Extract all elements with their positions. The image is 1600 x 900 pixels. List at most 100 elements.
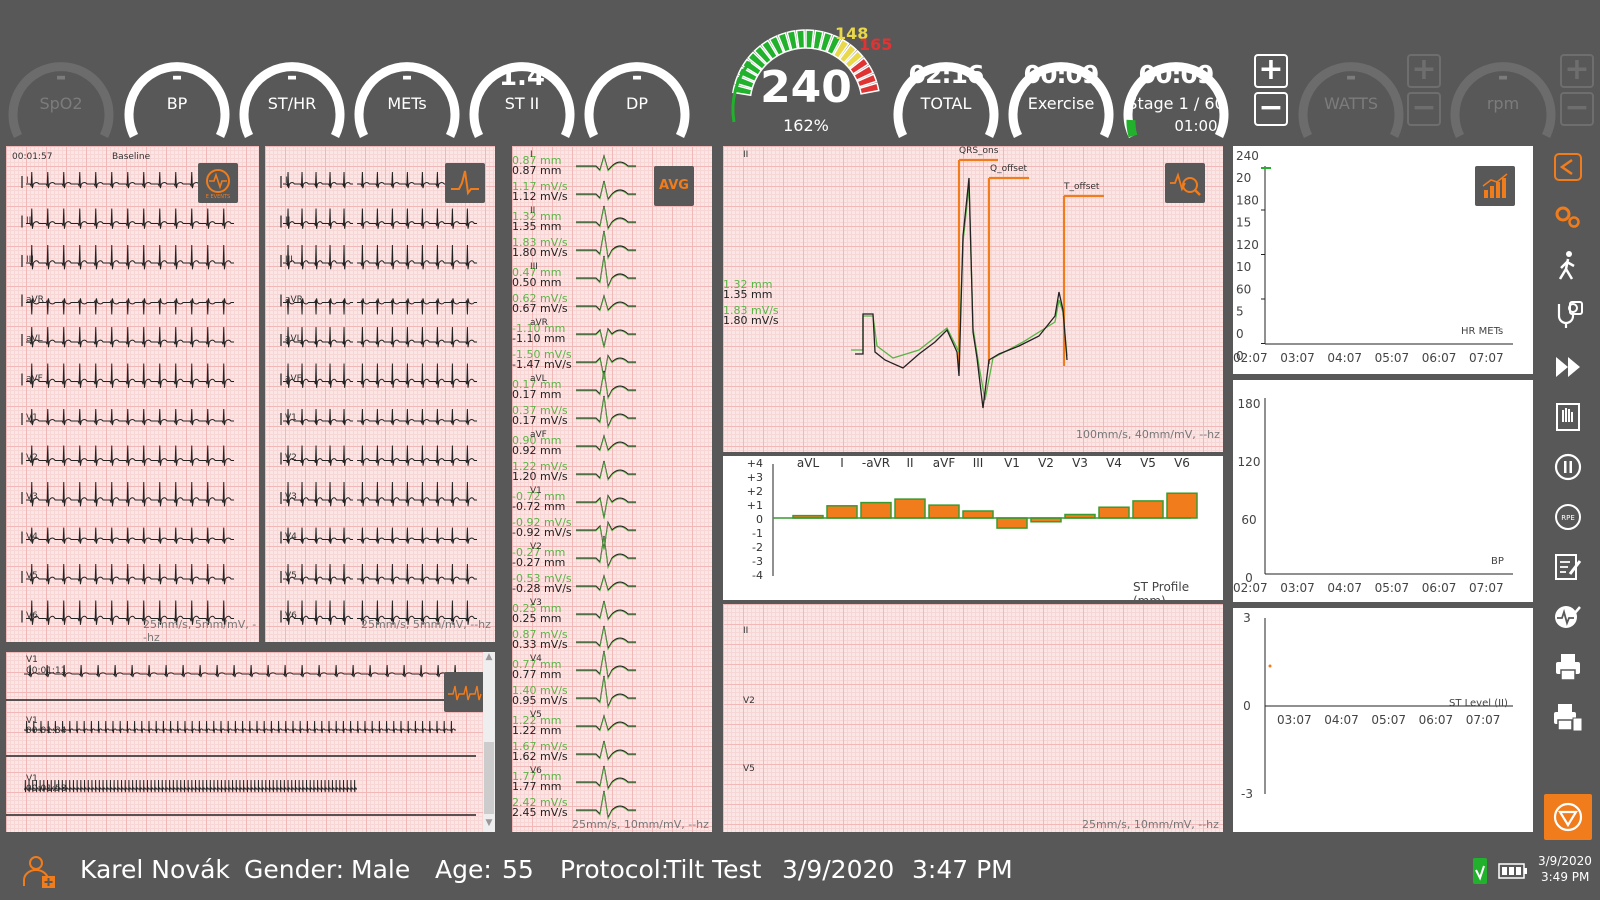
ecg-review-button[interactable]	[1544, 594, 1592, 640]
stress-test-app: - SpO2 - BP - ST/HR - METs 1.4 ST II - D…	[0, 0, 1600, 900]
print-report-button[interactable]	[1544, 694, 1592, 740]
ecg-lead-trace	[26, 445, 234, 466]
watts-minus-button[interactable]: −	[1407, 92, 1441, 126]
st2-gauge[interactable]: 1.4 ST II	[467, 48, 577, 140]
ecg-12-lead-panel-right[interactable]: 25mm/s, 5mm/mV, --hz I II III aVR aVL aVF V1 V2…	[265, 146, 495, 642]
st-level-trend-chart[interactable]: 3 0 -3 03:07 04:07 05:07 06:07 07:07 ST Level (…	[1233, 608, 1533, 832]
avg-beat-current	[576, 741, 636, 762]
trend-x-tick: 05:07	[1371, 713, 1406, 727]
mets-gauge[interactable]: - METs	[352, 48, 462, 140]
settings-button[interactable]	[1544, 194, 1592, 240]
ecg-lead-trace	[26, 408, 234, 426]
avg-measurement-v2: -0.27 mm -0.27 mm -0.53 mV/s -0.28 mV/s V2	[512, 542, 572, 594]
next-stage-button[interactable]	[1544, 344, 1592, 390]
rhythm3-lead-v2: V2	[743, 696, 755, 706]
rhythm-strip-panel[interactable]: V1 00:01:11 V1 00:01:34 V1 00:01:58 ▲ ▼	[6, 652, 495, 832]
bar-chart-icon	[1482, 173, 1508, 198]
spo2-gauge[interactable]: - SpO2	[6, 48, 116, 140]
st-profile-bar[interactable]	[894, 498, 926, 519]
lead-label-v4: V4	[26, 531, 38, 542]
st-profile-bar[interactable]	[962, 510, 994, 519]
st-profile-bar[interactable]	[1132, 500, 1164, 519]
print-button[interactable]	[1544, 644, 1592, 690]
mets-label: METs	[387, 94, 427, 113]
stethoscope-button[interactable]	[1544, 294, 1592, 340]
st-profile-bar[interactable]	[1098, 506, 1130, 519]
events-button[interactable]: E EVENTS	[198, 163, 238, 203]
avg-measurement-i: 0.87 mm 0.87 mm 1.17 mV/s 1.12 mV/s I	[512, 150, 568, 202]
ecg-lead-trace	[26, 363, 234, 388]
avg-beat-current	[576, 371, 636, 400]
stop-test-button[interactable]	[1544, 794, 1592, 840]
lead-label-ii: II	[26, 215, 32, 226]
pause-icon	[1554, 453, 1582, 481]
st-profile-bar[interactable]	[928, 504, 960, 519]
ecg-lead-trace	[283, 171, 353, 189]
exercise-time-gauge[interactable]: 00:09 Exercise	[1006, 48, 1116, 140]
avg-k2-value: 1.62 mV/s	[512, 750, 568, 763]
st-profile-bar[interactable]	[996, 517, 1028, 529]
back-button[interactable]	[1544, 144, 1592, 190]
lead-label-v4: V4	[285, 531, 297, 542]
rhythm-view-button[interactable]	[444, 672, 484, 712]
scroll-up-arrow[interactable]: ▲	[483, 652, 495, 664]
gender-value: Male	[351, 855, 411, 884]
watts-gauge[interactable]: - WATTS	[1296, 48, 1406, 140]
notes-button[interactable]	[1544, 544, 1592, 590]
hr-mets-trend-chart[interactable]: 240 180 120 60 0 20 15 10 5 0 02:07 03:07 04:07 05:07…	[1233, 146, 1533, 374]
scroll-down-arrow[interactable]: ▼	[483, 818, 495, 830]
st-y-tick: -3	[752, 555, 763, 568]
rpm-gauge[interactable]: - rpm	[1448, 48, 1558, 140]
sthr-label: ST/HR	[267, 94, 317, 113]
walking-button[interactable]	[1544, 244, 1592, 290]
stage-duration: 01:00	[1174, 117, 1218, 135]
st-profile-bar[interactable]	[1166, 492, 1198, 519]
pause-button[interactable]	[1544, 444, 1592, 490]
avg-measurement-avl: 0.17 mm 0.17 mm 0.37 mV/s 0.17 mV/s aVL	[512, 374, 568, 426]
watts-plus-button[interactable]: +	[1407, 54, 1441, 88]
rpm-plus-button[interactable]: +	[1560, 54, 1594, 88]
st2-value: 1.4	[498, 62, 546, 92]
ecg-lead-trace	[283, 208, 353, 229]
sthr-gauge[interactable]: - ST/HR	[237, 48, 347, 140]
waveform-view-button[interactable]	[445, 163, 485, 203]
strip3-lead: V1	[26, 774, 38, 784]
trends-button[interactable]	[1475, 166, 1515, 206]
total-time-gauge[interactable]: 02:16 TOTAL	[891, 48, 1001, 140]
zoom-analyze-button[interactable]	[1165, 163, 1205, 203]
ecg-12-lead-panel-left[interactable]: 00:01:57 Baseline E EVENTS 25mm/s, 5mm/m…	[6, 146, 259, 642]
back-icon	[1554, 153, 1582, 181]
three-lead-rhythm-panel[interactable]: II V2 V5 25mm/s, 10mm/mV, --hz	[723, 604, 1223, 832]
patient-icon[interactable]	[20, 852, 60, 892]
avg-button[interactable]: AVG	[654, 166, 694, 206]
hr-gauge-segment	[805, 29, 815, 50]
patient-info-bar: Karel Novák Gender: Male Age: 55 Protoco…	[0, 844, 1600, 900]
stage-plus-button[interactable]: +	[1254, 54, 1288, 88]
scroll-thumb[interactable]	[484, 742, 494, 814]
trend-x-tick: 07:07	[1469, 351, 1504, 365]
ecg-lead-trace	[26, 527, 234, 544]
st-profile-chart[interactable]: +4 +3 +2 +1 0 -1 -2 -3 -4 aVL I -aVR II aVF III V1 V2 V3 V…	[723, 456, 1223, 600]
ecg-lead-trace	[26, 208, 234, 229]
print-report-icon	[1554, 704, 1583, 732]
rhythm-scrollbar[interactable]: ▲ ▼	[483, 652, 495, 832]
st-profile-title: ST Profile (mm)	[1133, 580, 1190, 600]
dp-gauge[interactable]: - DP	[582, 48, 692, 140]
rpm-minus-button[interactable]: −	[1560, 92, 1594, 126]
st-profile-bar[interactable]	[860, 501, 892, 519]
bp-trend-chart[interactable]: 180 120 60 0 02:07 03:07 04:07 05:07 06:07 07:07 …	[1233, 380, 1533, 602]
hold-button[interactable]	[1544, 394, 1592, 440]
rpe-button[interactable]: RPE	[1544, 494, 1592, 540]
st2-label: ST II	[504, 94, 540, 113]
device-status-icon[interactable]	[1470, 856, 1490, 888]
rpe-icon: RPE	[1555, 504, 1581, 530]
st-profile-bar[interactable]	[826, 505, 858, 519]
st-lead-label: III	[973, 456, 984, 470]
average-beats-panel[interactable]: 0.87 mm 0.87 mm 1.17 mV/s 1.12 mV/s I 1.32 mm…	[512, 146, 712, 832]
avg-k2-value: 0.95 mV/s	[512, 694, 568, 707]
stage-minus-button[interactable]: −	[1254, 92, 1288, 126]
mets-y-tick: 20	[1236, 171, 1251, 185]
zoomed-beat-panel[interactable]: II QRS_ons Q_offset T_offset 1.32 mm 1.3…	[723, 146, 1223, 452]
avg-k2-value: 0.33 mV/s	[512, 638, 568, 651]
bp-gauge[interactable]: - BP	[122, 48, 232, 140]
